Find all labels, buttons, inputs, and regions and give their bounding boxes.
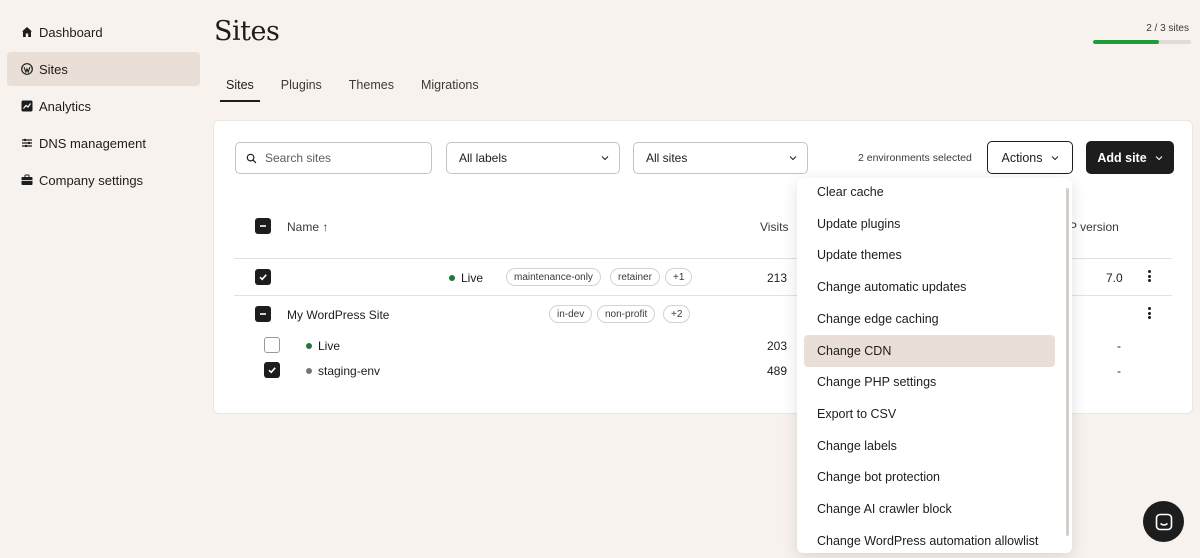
sidebar-item-analytics[interactable]: Analytics: [7, 89, 200, 123]
menu-item-change-edge-caching[interactable]: Change edge caching: [804, 303, 1055, 335]
sidebar: Dashboard Sites Analytics DNS management…: [0, 0, 207, 558]
minus-icon: [260, 313, 266, 315]
chevron-down-icon: [601, 156, 609, 161]
checkmark-icon: [268, 367, 276, 374]
quota-text: 2 / 3 sites: [1146, 23, 1189, 34]
chevron-down-icon: [789, 156, 797, 161]
row-checkbox[interactable]: [255, 306, 271, 322]
analytics-icon: [21, 100, 33, 112]
selection-count: 2 environments selected: [858, 152, 972, 164]
actions-button[interactable]: Actions: [987, 141, 1073, 174]
row-checkbox[interactable]: [255, 269, 271, 285]
labels-filter-select[interactable]: All labels: [446, 142, 620, 174]
site-label-more-tag[interactable]: +1: [665, 268, 693, 286]
menu-item-change-bot-protection[interactable]: Change bot protection: [804, 461, 1055, 493]
chat-button[interactable]: [1143, 501, 1184, 542]
menu-item-update-plugins[interactable]: Update plugins: [804, 208, 1055, 240]
column-header-name[interactable]: Name ↑: [287, 220, 328, 234]
visits-value: 203: [767, 339, 788, 353]
chevron-down-icon: [1051, 155, 1058, 160]
tab-bar: Sites Plugins Themes Migrations: [220, 76, 500, 102]
site-label-tag: retainer: [610, 268, 660, 286]
labels-filter-value: All labels: [459, 151, 508, 165]
status-label: Live: [461, 271, 484, 285]
add-site-button-label: Add site: [1097, 150, 1147, 165]
menu-item-change-ai-crawler-block[interactable]: Change AI crawler block: [804, 493, 1055, 525]
sidebar-item-label: Analytics: [39, 98, 92, 114]
site-label-tag: non-profit: [597, 305, 656, 323]
tab-themes[interactable]: Themes: [343, 76, 400, 102]
site-label-tag: maintenance-only: [506, 268, 601, 286]
sidebar-item-dashboard[interactable]: Dashboard: [7, 15, 200, 49]
menu-item-clear-cache[interactable]: Clear cache: [804, 178, 1055, 208]
page-title: Sites: [214, 16, 280, 47]
visits-value: 213: [767, 271, 788, 285]
tab-plugins[interactable]: Plugins: [275, 76, 328, 102]
staging-status-dot: [306, 367, 312, 374]
sidebar-item-label: Sites: [39, 61, 68, 77]
menu-item-change-php-settings[interactable]: Change PHP settings: [804, 366, 1055, 398]
sidebar-item-label: DNS management: [39, 135, 146, 151]
menu-item-change-automatic-updates[interactable]: Change automatic updates: [804, 271, 1055, 303]
sidebar-item-company-settings[interactable]: Company settings: [7, 163, 200, 197]
php-version-value: -: [1117, 339, 1121, 353]
visits-value: 489: [767, 364, 788, 378]
sidebar-item-sites[interactable]: Sites: [7, 52, 200, 86]
search-icon: [246, 153, 257, 163]
menu-item-change-labels[interactable]: Change labels: [804, 430, 1055, 462]
environment-checkbox[interactable]: [264, 337, 280, 353]
column-header-php-version[interactable]: P version: [1069, 220, 1119, 234]
environment-checkbox[interactable]: [264, 362, 280, 378]
select-all-checkbox[interactable]: [255, 218, 271, 234]
environment-name[interactable]: Live: [306, 339, 340, 353]
environment-name[interactable]: staging-env: [306, 364, 380, 378]
column-header-visits[interactable]: Visits: [760, 220, 788, 234]
actions-button-label: Actions: [1001, 150, 1043, 165]
site-label-tag: in-dev: [549, 305, 593, 323]
live-status-dot: [306, 342, 312, 349]
sidebar-item-dns-management[interactable]: DNS management: [7, 126, 200, 160]
sites-filter-value: All sites: [646, 151, 688, 165]
site-quota: 2 / 3 sites: [1093, 23, 1191, 44]
tab-migrations[interactable]: Migrations: [415, 76, 485, 102]
dns-icon: [22, 138, 32, 148]
sites-filter-select[interactable]: All sites: [633, 142, 808, 174]
search-input[interactable]: [265, 151, 415, 165]
checkmark-icon: [259, 274, 267, 281]
site-label-more-tag[interactable]: +2: [663, 305, 691, 323]
chat-icon: [1155, 513, 1172, 530]
search-box[interactable]: [235, 142, 432, 174]
quota-progress-bar: [1093, 40, 1191, 44]
sidebar-item-label: Dashboard: [39, 24, 103, 40]
environment-status: Live: [449, 271, 483, 285]
tab-sites[interactable]: Sites: [220, 76, 260, 102]
actions-dropdown-menu: Clear cache Update plugins Update themes…: [797, 178, 1072, 553]
row-more-options-icon[interactable]: [1144, 306, 1154, 320]
home-icon: [22, 27, 32, 37]
site-name[interactable]: My WordPress Site: [287, 308, 389, 322]
sidebar-item-label: Company settings: [39, 172, 144, 188]
menu-item-change-wordpress-automation-allowlist[interactable]: Change WordPress automation allowlist: [804, 525, 1055, 553]
live-status-dot: [449, 274, 455, 281]
chevron-down-icon: [1155, 155, 1163, 160]
menu-scrollbar[interactable]: [1066, 188, 1069, 536]
briefcase-icon: [21, 174, 33, 185]
php-version-value: 7.0: [1106, 271, 1123, 285]
minus-icon: [260, 225, 266, 227]
wordpress-icon: [21, 63, 33, 75]
menu-item-change-cdn[interactable]: Change CDN: [804, 335, 1055, 367]
menu-item-update-themes[interactable]: Update themes: [804, 239, 1055, 271]
add-site-button[interactable]: Add site: [1086, 141, 1174, 174]
row-more-options-icon[interactable]: [1144, 269, 1154, 283]
php-version-value: -: [1117, 364, 1121, 378]
environment-label: Live: [318, 339, 341, 353]
menu-item-export-to-csv[interactable]: Export to CSV: [804, 398, 1055, 430]
environment-label: staging-env: [318, 364, 381, 378]
quota-progress-fill: [1093, 40, 1159, 44]
